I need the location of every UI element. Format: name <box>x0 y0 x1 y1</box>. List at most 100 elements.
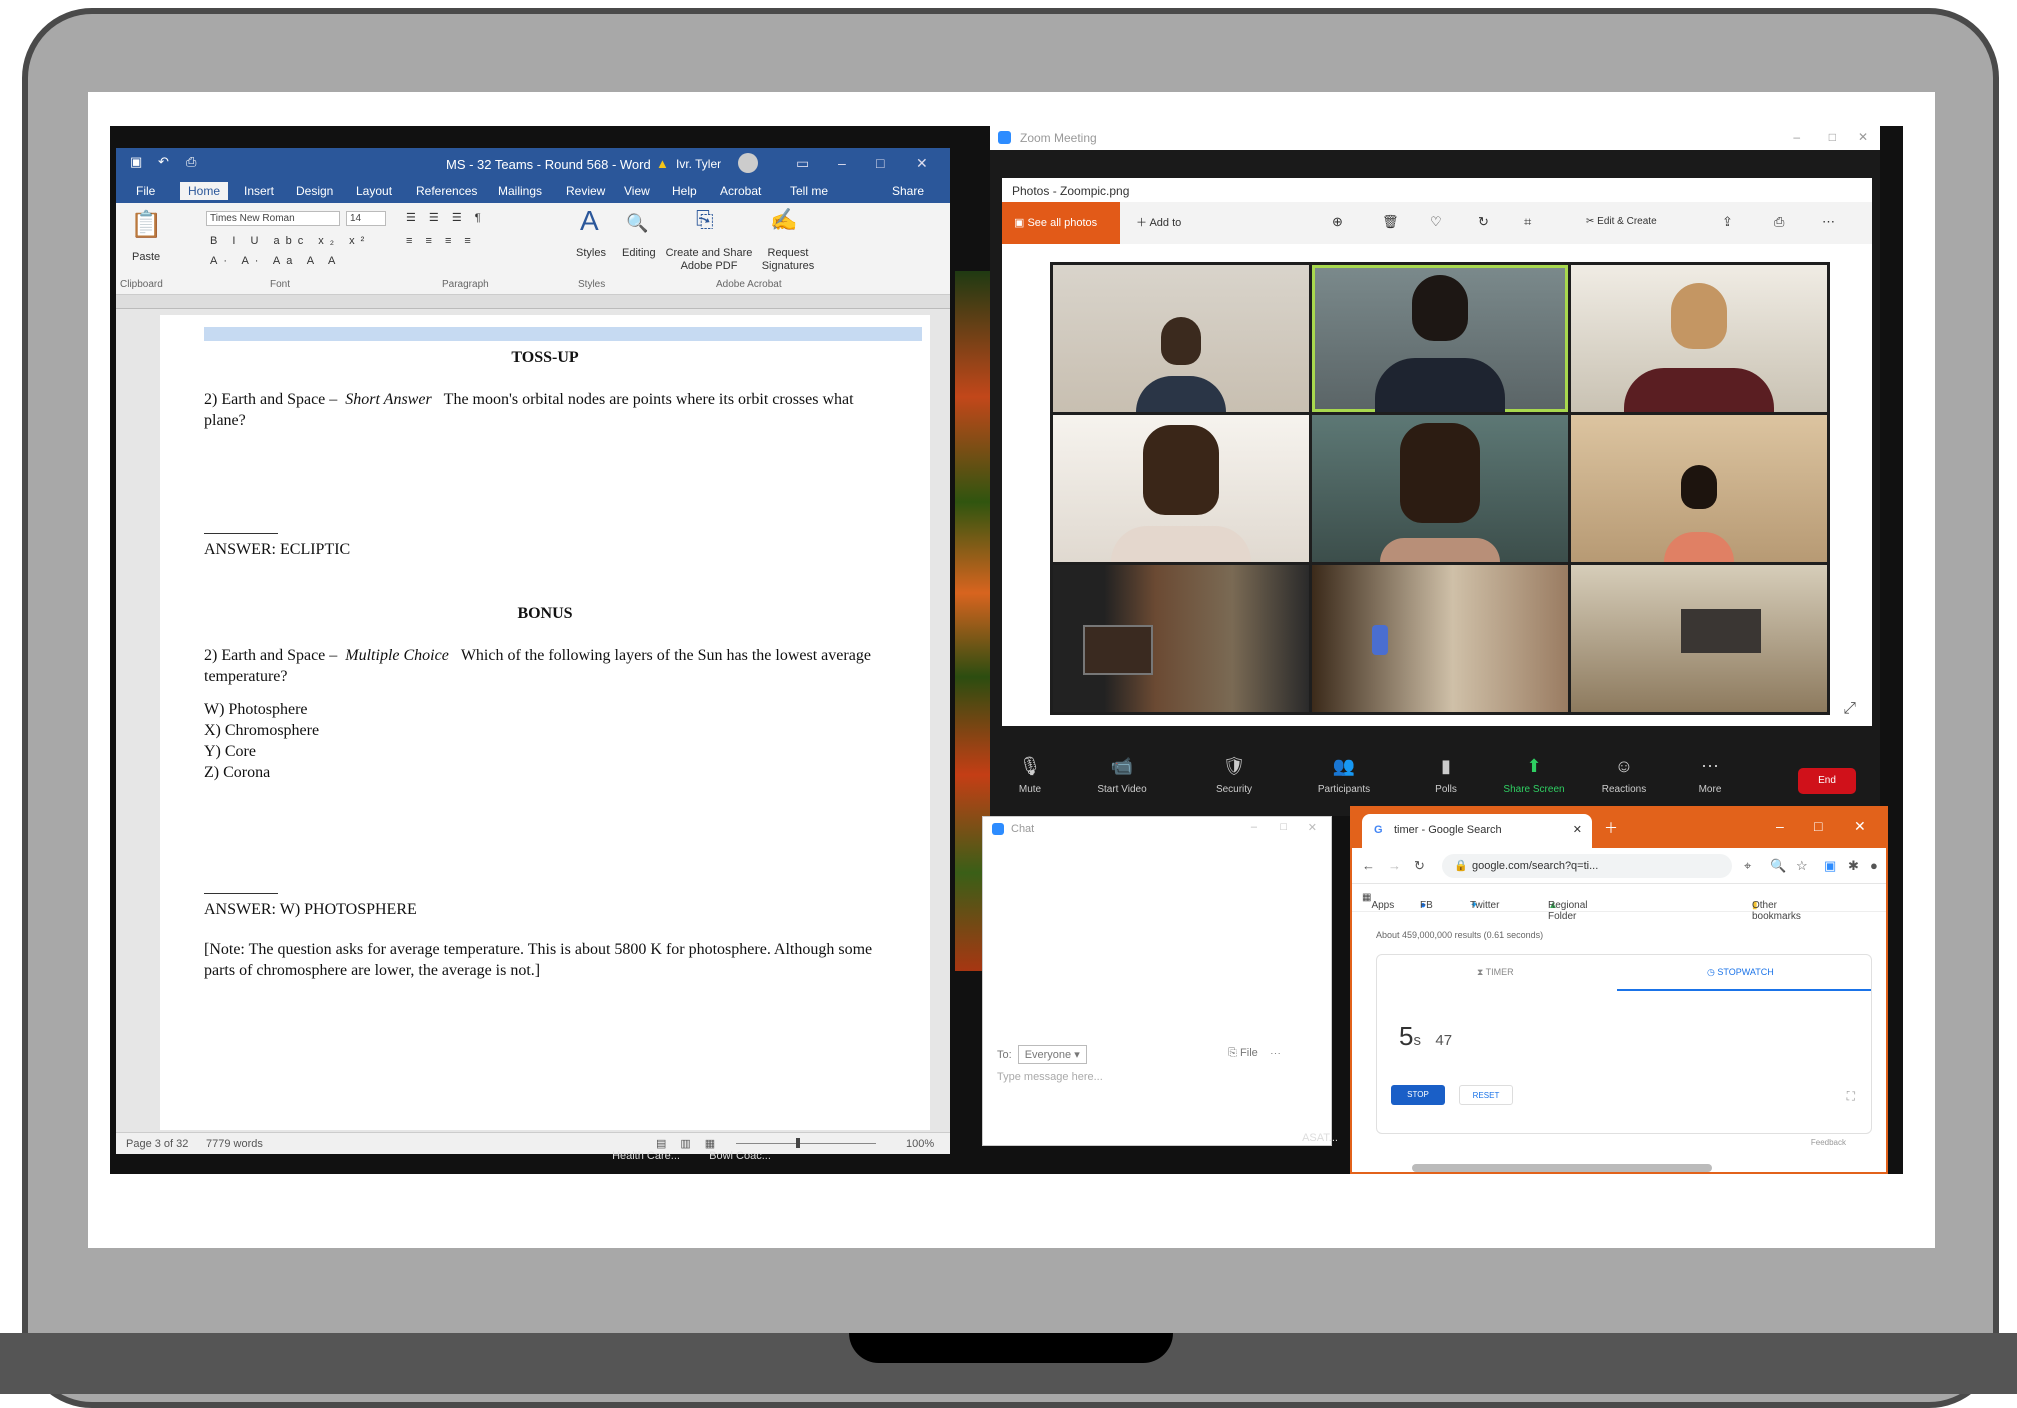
security-button[interactable]: 🛡 Security <box>1194 756 1274 795</box>
tab-view[interactable]: View <box>624 184 650 198</box>
zoom-window[interactable]: Zoom Meeting – □ ✕ Photos - Zoompic.png … <box>990 126 1880 816</box>
zoom-slider[interactable] <box>736 1143 876 1144</box>
chat-title-bar[interactable]: Chat – □ ✕ <box>983 817 1331 841</box>
extensions-puzzle-icon[interactable]: ✱ <box>1848 858 1859 874</box>
edit-create-button[interactable]: ✂ Edit & Create <box>1586 216 1657 227</box>
page-count[interactable]: Page 3 of 32 <box>126 1138 188 1150</box>
word-window[interactable]: ▣ ↶ ⎙ MS - 32 Teams - Round 568 - Word ▲… <box>116 148 950 1154</box>
create-share-pdf-button[interactable]: Create and Share Adobe PDF <box>664 247 754 273</box>
video-tile[interactable] <box>1053 265 1309 412</box>
styles-icon[interactable]: A <box>580 205 599 237</box>
share-screen-button[interactable]: ⬆ Share Screen <box>1494 756 1574 795</box>
maximize-icon[interactable]: □ <box>1814 818 1822 834</box>
reactions-button[interactable]: ☺ Reactions <box>1584 756 1664 795</box>
print-icon[interactable]: ⎙ <box>1774 214 1784 230</box>
request-signatures-icon[interactable]: ✍ <box>770 207 797 233</box>
tab-acrobat[interactable]: Acrobat <box>720 184 761 198</box>
fullscreen-icon[interactable]: ⛶ <box>1847 1089 1855 1104</box>
maximize-icon[interactable]: □ <box>876 155 884 171</box>
ruler[interactable] <box>116 295 950 309</box>
font-name-select[interactable]: Times New Roman <box>206 211 340 226</box>
video-tile[interactable] <box>1053 565 1309 712</box>
maximize-icon[interactable]: □ <box>1280 821 1287 833</box>
timer-tab[interactable]: ⧗ TIMER <box>1477 967 1514 978</box>
chat-message-input[interactable]: Type message here... <box>997 1071 1103 1083</box>
stop-button[interactable]: STOP <box>1391 1085 1445 1105</box>
tab-review[interactable]: Review <box>566 184 605 198</box>
expand-icon[interactable]: ⤢ <box>1843 700 1856 718</box>
zoom-slider-thumb[interactable] <box>796 1138 800 1148</box>
tab-insert[interactable]: Insert <box>244 184 274 198</box>
address-bar[interactable]: 🔒 google.com/search?q=ti... <box>1442 854 1732 878</box>
video-tile-active-speaker[interactable] <box>1312 265 1568 412</box>
tab-references[interactable]: References <box>416 184 477 198</box>
zoom-level[interactable]: 100% <box>906 1138 934 1150</box>
delete-icon[interactable]: 🗑 <box>1382 214 1399 230</box>
minimize-icon[interactable]: – <box>1251 821 1257 833</box>
participants-button[interactable]: 👥 Participants <box>1304 756 1384 795</box>
tab-help[interactable]: Help <box>672 184 697 198</box>
zoom-title-bar[interactable]: Zoom Meeting – □ ✕ <box>990 126 1880 150</box>
tab-file[interactable]: File <box>136 184 155 198</box>
paste-label[interactable]: Paste <box>132 251 160 263</box>
font-size-select[interactable]: 14 <box>346 211 386 226</box>
share-icon[interactable]: ⇪ <box>1722 214 1733 230</box>
share-button[interactable]: Share <box>892 184 924 198</box>
chat-recipient-dropdown[interactable]: Everyone ▾ <box>1017 1045 1087 1064</box>
tab-tell-me[interactable]: Tell me <box>790 184 828 198</box>
styles-button[interactable]: Styles <box>576 247 606 259</box>
search-icon[interactable]: 🔍 <box>1770 858 1786 874</box>
font-color-buttons[interactable]: A· A· Aa A A <box>210 255 341 267</box>
reload-icon[interactable]: ↻ <box>1414 858 1425 874</box>
video-tile[interactable] <box>1571 265 1827 412</box>
video-tile[interactable] <box>1312 565 1568 712</box>
see-all-photos-button[interactable]: ▣ See all photos <box>1002 202 1120 244</box>
video-tile[interactable] <box>1053 415 1309 562</box>
minimize-icon[interactable]: – <box>1776 818 1784 834</box>
minimize-icon[interactable]: – <box>838 155 846 171</box>
request-signatures-button[interactable]: Request Signatures <box>756 247 820 273</box>
minimize-icon[interactable]: – <box>1793 130 1800 144</box>
view-mode-icons[interactable]: ▤▥▦ <box>656 1137 729 1150</box>
reset-button[interactable]: RESET <box>1459 1085 1513 1105</box>
forward-icon[interactable]: → <box>1388 858 1401 873</box>
paste-icon[interactable]: 📋 <box>130 209 162 240</box>
ribbon-display-icon[interactable]: ▭ <box>796 155 809 172</box>
tab-mailings[interactable]: Mailings <box>498 184 542 198</box>
desktop-icon-label[interactable]: Health Care... <box>606 1150 686 1162</box>
add-to-button[interactable]: ＋ Add to <box>1136 214 1181 230</box>
maximize-icon[interactable]: □ <box>1829 130 1836 144</box>
extension-icon[interactable]: ▣ <box>1824 858 1836 874</box>
word-count[interactable]: 7779 words <box>206 1138 263 1150</box>
close-icon[interactable]: ✕ <box>1858 130 1868 144</box>
favorite-icon[interactable]: ♡ <box>1430 214 1442 230</box>
save-icon[interactable]: ▣ <box>130 154 146 170</box>
create-pdf-icon[interactable]: ⎘ <box>696 207 714 233</box>
rotate-icon[interactable]: ↻ <box>1478 214 1489 230</box>
paragraph-buttons[interactable]: ☰ ☰ ☰ ¶ <box>406 211 486 224</box>
mute-button[interactable]: 🎙 Mute <box>990 756 1070 795</box>
polls-button[interactable]: ▮ Polls <box>1406 756 1486 795</box>
bookmark-apps[interactable]: ▦ Apps <box>1362 892 1394 911</box>
close-icon[interactable]: ✕ <box>1854 818 1866 835</box>
zoom-chat-window[interactable]: Chat – □ ✕ To: Everyone ▾ ⎘ File ⋯ Type m… <box>982 816 1332 1146</box>
tab-design[interactable]: Design <box>296 184 333 198</box>
zoom-in-icon[interactable]: ⊕ <box>1332 214 1343 230</box>
crop-icon[interactable]: ⌗ <box>1524 214 1531 230</box>
end-meeting-button[interactable]: End <box>1798 768 1856 794</box>
tab-close-icon[interactable]: ✕ <box>1573 823 1582 836</box>
desktop-icon-label[interactable]: Bowl Coac... <box>700 1150 780 1162</box>
horizontal-scrollbar[interactable] <box>1412 1164 1712 1172</box>
stopwatch-tab[interactable]: ◷ STOPWATCH <box>1707 967 1774 978</box>
user-avatar[interactable] <box>738 153 758 173</box>
more-icon[interactable]: ⋯ <box>1822 214 1835 230</box>
start-video-button[interactable]: 📹 Start Video <box>1082 756 1162 795</box>
video-tile[interactable] <box>1571 565 1827 712</box>
desktop-icon-label[interactable]: ASAT... <box>1290 1132 1350 1144</box>
format-buttons[interactable]: B I U abc x₂ x² <box>210 235 370 247</box>
document-page[interactable]: TOSS-UP 2) Earth and Space – Short Answe… <box>160 315 930 1130</box>
profile-avatar[interactable]: ● <box>1870 858 1878 873</box>
bookmark-star-icon[interactable]: ☆ <box>1796 858 1808 874</box>
location-icon[interactable]: ⌖ <box>1744 858 1751 874</box>
photos-app-window[interactable]: Photos - Zoompic.png ▣ See all photos ＋ … <box>1002 178 1872 726</box>
